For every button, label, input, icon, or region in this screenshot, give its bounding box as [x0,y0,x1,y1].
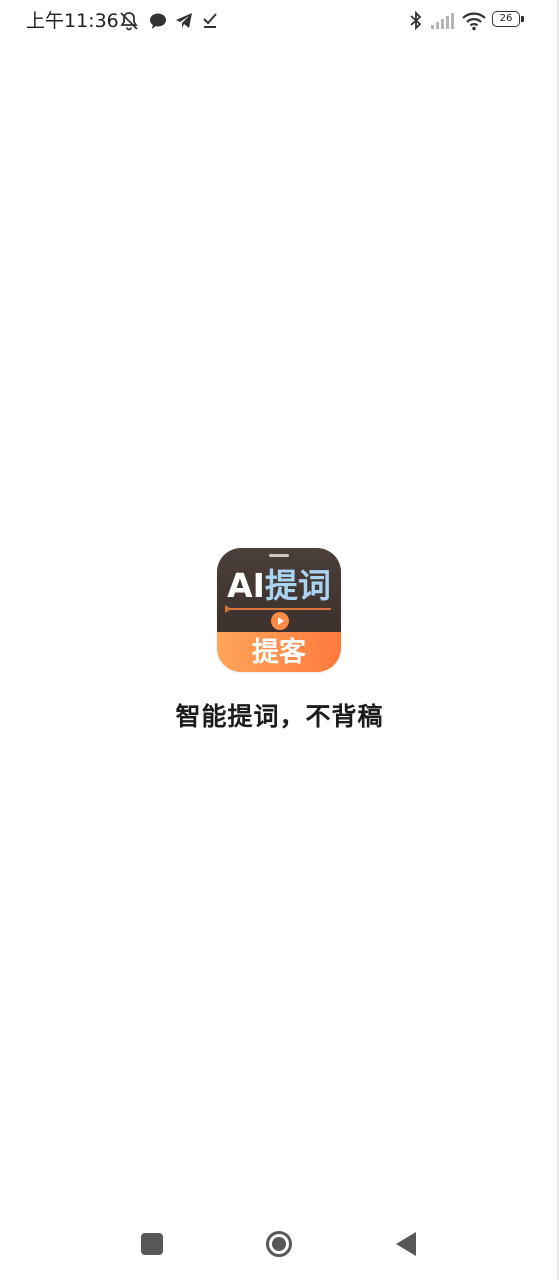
battery-icon: 26 [492,11,524,29]
bluetooth-icon [408,10,424,32]
battery-level: 26 [499,13,513,24]
square-icon [141,1233,163,1255]
logo-text-ai: AI [227,566,265,605]
bell-off-icon [118,10,140,32]
telegram-icon [174,10,194,32]
play-icon [271,612,289,630]
wifi-icon [461,10,487,32]
logo-main-text: AI提词 [217,566,341,606]
logo-line [229,608,331,610]
splash-slogan: 智能提词，不背稿 [175,702,384,731]
back-triangle-icon [396,1232,416,1256]
battery-body: 26 [492,11,520,27]
nav-recents-button[interactable] [132,1224,172,1264]
circle-icon [266,1231,292,1257]
app-logo: AI提词 提客 [217,548,341,672]
battery-tip [521,16,524,22]
status-bar: 上午11:36 26 [0,0,559,44]
signal-icon [430,10,456,32]
nav-back-button[interactable] [386,1224,426,1264]
download-done-icon [200,10,220,32]
logo-text-cn: 提词 [264,566,331,605]
nav-home-button[interactable] [259,1224,299,1264]
chat-bubble-icon [148,10,168,32]
status-time: 上午11:36 [26,10,119,32]
logo-handle [269,554,289,557]
logo-sub-text: 提客 [252,637,306,668]
